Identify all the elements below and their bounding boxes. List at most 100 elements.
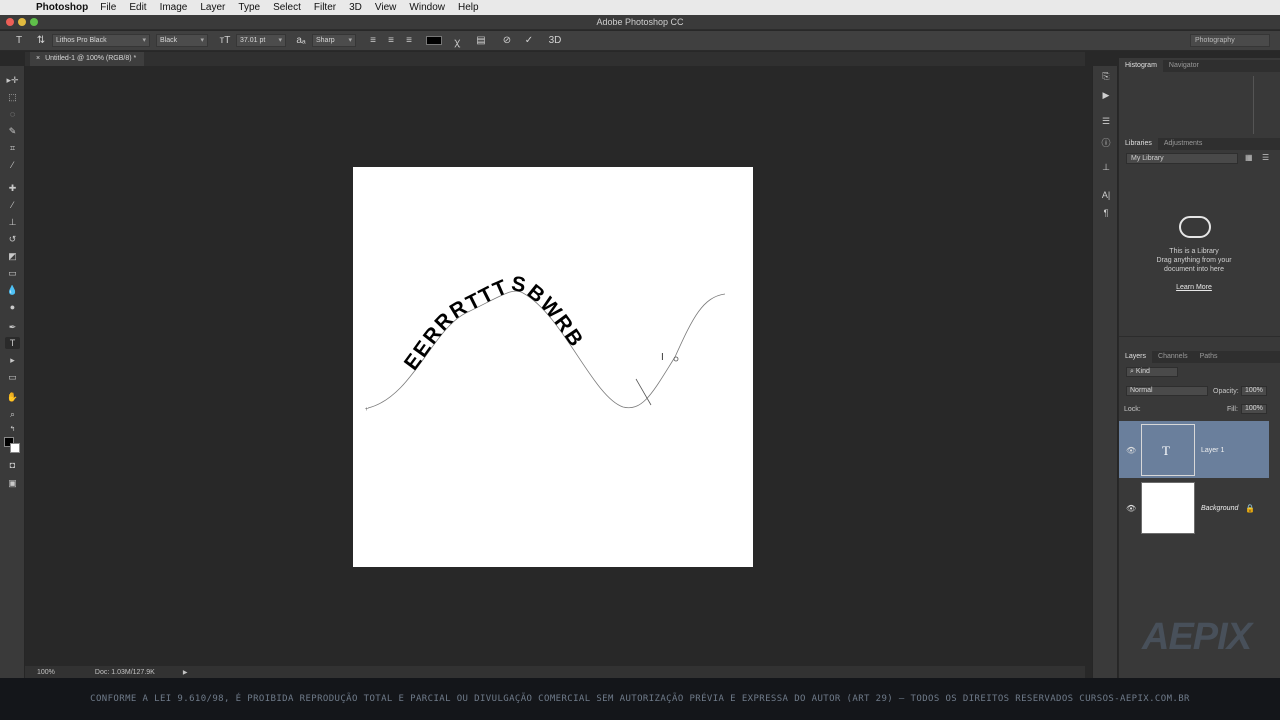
- eye-icon[interactable]: 👁: [1126, 504, 1136, 513]
- align-left-icon[interactable]: ≡: [364, 35, 382, 46]
- info-panel-icon[interactable]: ⓘ: [1100, 136, 1112, 148]
- marquee-tool-icon[interactable]: ⬚: [5, 91, 20, 103]
- align-center-icon[interactable]: ≡: [382, 35, 400, 46]
- eye-icon[interactable]: 👁: [1126, 446, 1136, 455]
- menu-window[interactable]: Window: [409, 2, 445, 13]
- tab-paths[interactable]: Paths: [1194, 351, 1224, 363]
- history-panel-icon[interactable]: ⎘: [1100, 71, 1112, 83]
- lock-icon: 🔒: [1245, 504, 1255, 513]
- tab-libraries[interactable]: Libraries: [1119, 138, 1158, 150]
- gradient-tool-icon[interactable]: ▭: [5, 267, 20, 279]
- menu-bar: Photoshop File Edit Image Layer Type Sel…: [0, 0, 1280, 15]
- font-family-select[interactable]: Lithos Pro Black: [52, 34, 150, 47]
- crop-tool-icon[interactable]: ⌗: [5, 142, 20, 154]
- blur-tool-icon[interactable]: 💧: [5, 284, 20, 296]
- lasso-tool-icon[interactable]: ◌: [5, 108, 20, 120]
- eyedropper-tool-icon[interactable]: ⁄: [5, 159, 20, 171]
- doc-size-info[interactable]: Doc: 1.03M/127.9K: [95, 669, 155, 676]
- layer-name[interactable]: Layer 1: [1201, 447, 1224, 454]
- toggle-orientation-icon[interactable]: ⇅: [32, 35, 50, 46]
- warp-text-icon[interactable]: ꭓ: [448, 34, 466, 48]
- document-canvas[interactable]: EERRRTTTSBWRB I +: [353, 167, 753, 567]
- type-tool-icon[interactable]: T: [5, 337, 20, 349]
- healing-brush-tool-icon[interactable]: ✚: [5, 182, 20, 194]
- menu-3d[interactable]: 3D: [349, 2, 362, 13]
- menu-file[interactable]: File: [100, 2, 116, 13]
- text-path-end-marker[interactable]: [635, 378, 652, 406]
- tab-histogram[interactable]: Histogram: [1119, 60, 1163, 72]
- tab-adjustments[interactable]: Adjustments: [1158, 138, 1209, 150]
- document-tab[interactable]: × Untitled-1 @ 100% (RGB/8) *: [30, 52, 145, 66]
- blend-mode-select[interactable]: Normal: [1126, 386, 1208, 396]
- cancel-edit-icon[interactable]: ⊘: [498, 35, 516, 46]
- quick-select-tool-icon[interactable]: ✎: [5, 125, 20, 137]
- zoom-window-button[interactable]: [30, 18, 38, 26]
- menu-app-name[interactable]: Photoshop: [36, 2, 88, 13]
- anti-alias-select[interactable]: Sharp: [312, 34, 356, 47]
- path-text[interactable]: EERRRTTTSBWRB: [400, 272, 589, 375]
- layer-row-background[interactable]: 👁 Background 🔒: [1119, 479, 1269, 536]
- opacity-field[interactable]: 100%: [1241, 386, 1267, 396]
- close-tab-icon[interactable]: ×: [36, 55, 40, 66]
- creative-cloud-icon: [1179, 216, 1211, 238]
- tab-layers[interactable]: Layers: [1119, 351, 1153, 363]
- text-on-path-artwork[interactable]: EERRRTTTSBWRB I +: [353, 167, 753, 567]
- background-color-swatch[interactable]: [10, 443, 20, 453]
- dodge-tool-icon[interactable]: ●: [5, 301, 20, 313]
- swap-colors-icon[interactable]: ↰: [5, 424, 20, 436]
- menu-image[interactable]: Image: [160, 2, 188, 13]
- library-select[interactable]: My Library: [1126, 153, 1238, 164]
- text-color-swatch[interactable]: [426, 36, 442, 45]
- menu-help[interactable]: Help: [458, 2, 479, 13]
- history-brush-tool-icon[interactable]: ↺: [5, 233, 20, 245]
- paragraph-panel-icon[interactable]: ¶: [1100, 208, 1112, 220]
- shape-tool-icon[interactable]: ▭: [5, 371, 20, 383]
- close-window-button[interactable]: [6, 18, 14, 26]
- font-size-select[interactable]: 37.01 pt: [236, 34, 286, 47]
- zoom-level[interactable]: 100%: [37, 669, 55, 676]
- layer-filter-select[interactable]: ⌕ Kind: [1126, 367, 1178, 377]
- menu-layer[interactable]: Layer: [200, 2, 225, 13]
- document-tab-label: Untitled-1 @ 100% (RGB/8) *: [45, 55, 137, 62]
- eraser-tool-icon[interactable]: ◩: [5, 250, 20, 262]
- clone-stamp-tool-icon[interactable]: ⊥: [5, 216, 20, 228]
- commit-edit-icon[interactable]: ✓: [520, 35, 538, 46]
- layer-row-text[interactable]: 👁 T Layer 1: [1119, 421, 1269, 478]
- window-title: Adobe Photoshop CC: [596, 17, 684, 27]
- actions-panel-icon[interactable]: ▶: [1100, 90, 1112, 102]
- move-tool-icon[interactable]: ▸✛: [5, 74, 20, 86]
- font-style-select[interactable]: Black: [156, 34, 208, 47]
- tab-channels[interactable]: Channels: [1152, 351, 1194, 363]
- workspace-switcher[interactable]: Photography: [1190, 34, 1270, 47]
- align-right-icon[interactable]: ≡: [400, 35, 418, 46]
- type-tool-preset-icon[interactable]: T: [10, 35, 28, 46]
- menu-filter[interactable]: Filter: [314, 2, 336, 13]
- path-text-content: EERRRTTTSBWRB: [400, 272, 587, 375]
- text-path-anchor-point[interactable]: [673, 356, 679, 362]
- layer-name[interactable]: Background: [1201, 505, 1238, 512]
- clone-source-panel-icon[interactable]: ⊥: [1100, 162, 1112, 174]
- hand-tool-icon[interactable]: ✋: [5, 391, 20, 403]
- tab-navigator[interactable]: Navigator: [1163, 60, 1205, 72]
- properties-panel-icon[interactable]: ☰: [1100, 116, 1112, 128]
- grid-view-icon[interactable]: ▦: [1245, 153, 1253, 162]
- character-panel-icon-strip[interactable]: A|: [1100, 190, 1112, 202]
- screen-mode-icon[interactable]: ▣: [5, 477, 20, 489]
- menu-select[interactable]: Select: [273, 2, 301, 13]
- pen-tool-icon[interactable]: ✒: [5, 321, 20, 333]
- quick-mask-icon[interactable]: ◘: [5, 459, 20, 471]
- character-panel-icon[interactable]: ▤: [472, 35, 490, 46]
- brush-tool-icon[interactable]: ⁄: [5, 199, 20, 211]
- status-menu-arrow-icon[interactable]: ▶: [183, 669, 188, 676]
- canvas-area[interactable]: EERRRTTTSBWRB I +: [25, 66, 1085, 666]
- menu-view[interactable]: View: [375, 2, 397, 13]
- menu-edit[interactable]: Edit: [129, 2, 146, 13]
- path-selection-tool-icon[interactable]: ▸: [5, 354, 20, 366]
- minimize-window-button[interactable]: [18, 18, 26, 26]
- menu-type[interactable]: Type: [238, 2, 260, 13]
- learn-more-link[interactable]: Learn More: [1119, 284, 1269, 291]
- list-view-icon[interactable]: ☰: [1262, 153, 1269, 162]
- 3d-text-icon[interactable]: 3D: [546, 35, 564, 46]
- zoom-tool-icon[interactable]: ⌕: [5, 408, 20, 420]
- fill-field[interactable]: 100%: [1241, 404, 1267, 414]
